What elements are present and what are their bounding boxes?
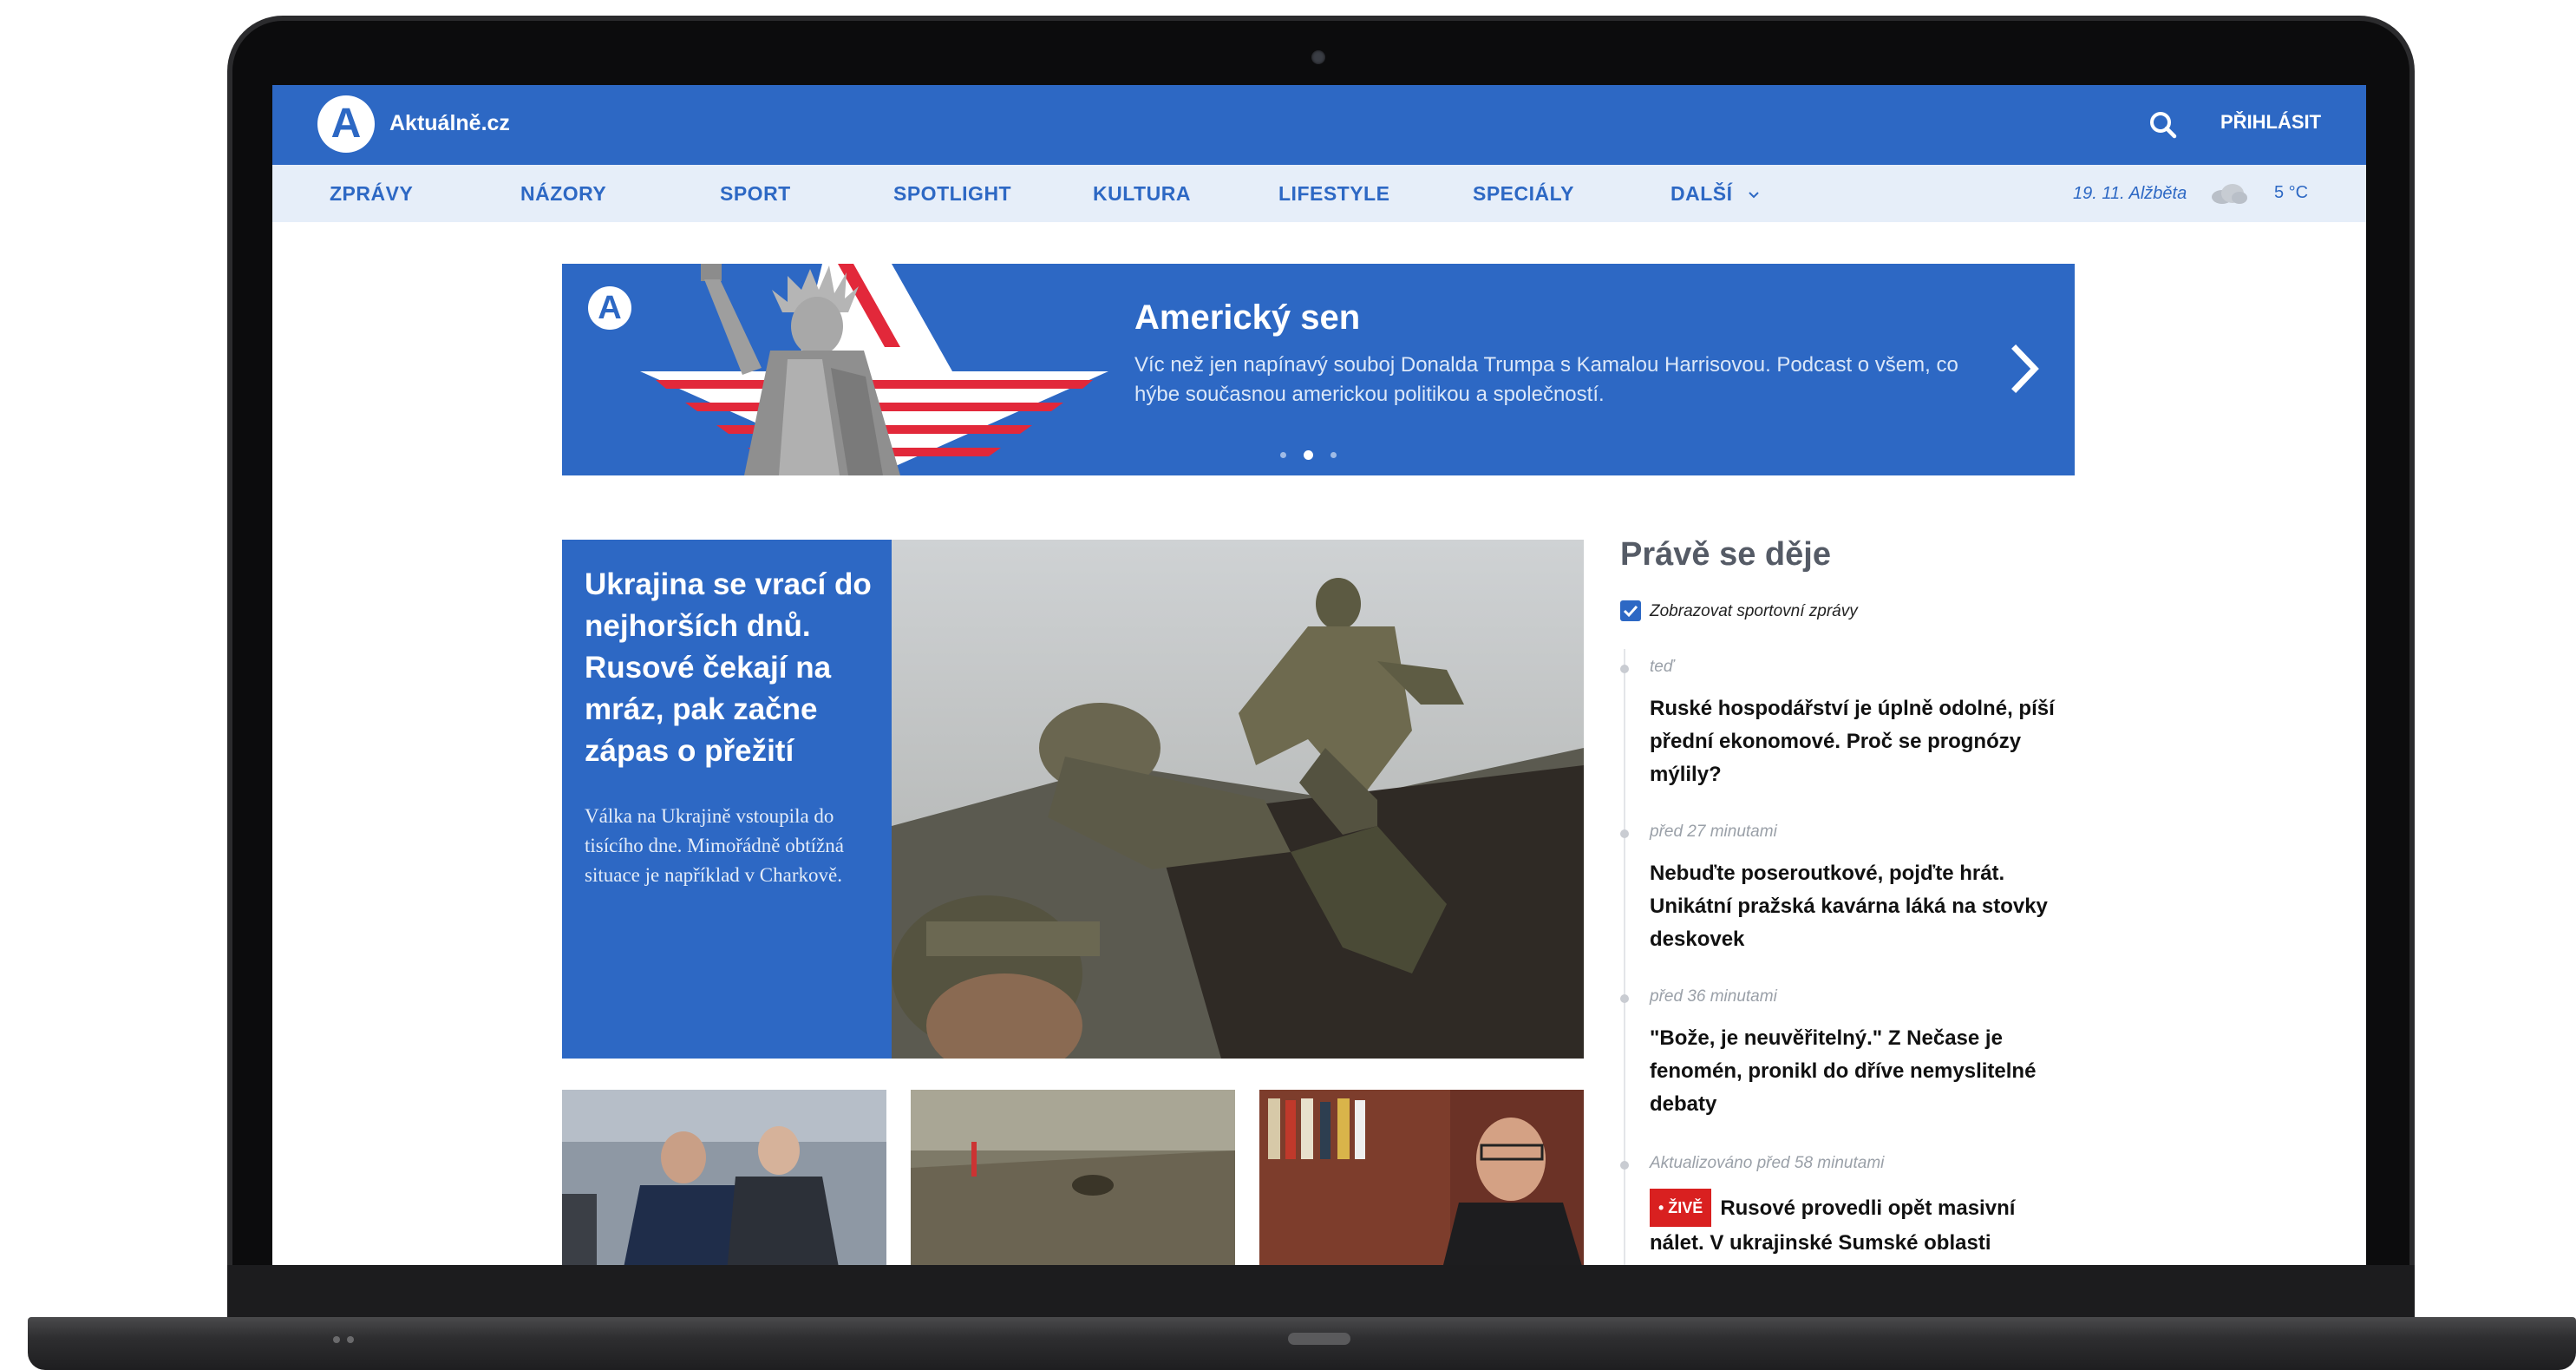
sport-news-toggle-label[interactable]: Zobrazovat sportovní zprávy bbox=[1650, 602, 1858, 621]
main-story-perex: Válka na Ukrajině vstoupila do tisícího … bbox=[585, 805, 844, 886]
laptop-chin bbox=[227, 1265, 2415, 1317]
feed-title: Právě se děje bbox=[1620, 536, 1831, 573]
site-name[interactable]: Aktuálně.cz bbox=[389, 111, 510, 136]
feed-item-headline[interactable]: "Bože, je neuvěřitelný." Z Nečase je fen… bbox=[1650, 1022, 2071, 1121]
article-thumbnail[interactable] bbox=[911, 1090, 1235, 1265]
timeline-dot bbox=[1620, 1161, 1629, 1170]
nav-item-specialy[interactable]: SPECIÁLY bbox=[1473, 182, 1574, 206]
promo-title: Americký sen bbox=[1134, 298, 1361, 337]
camera-icon bbox=[1311, 50, 1325, 64]
laptop-notch bbox=[1288, 1333, 1350, 1345]
feed-item-headline[interactable]: Nebuďte poseroutkové, pojďte hrát. Uniká… bbox=[1650, 857, 2071, 956]
podcast-promo-banner[interactable]: A Americký sen Víc než jen napínavý soub… bbox=[562, 264, 2075, 475]
browser-screen: A Aktuálně.cz PŘIHLÁSIT ZPRÁVY NÁZORY SP… bbox=[272, 85, 2366, 1265]
nav-item-spotlight[interactable]: SPOTLIGHT bbox=[893, 182, 1011, 206]
nameday-date: 19. 11. Alžběta bbox=[2073, 184, 2187, 203]
carousel-dot[interactable] bbox=[1330, 452, 1337, 459]
search-icon[interactable] bbox=[2146, 108, 2180, 142]
carousel-dot-active[interactable] bbox=[1304, 450, 1313, 461]
feed-item-time: před 27 minutami bbox=[1650, 823, 1777, 841]
nav-item-dalsi-label: DALŠÍ bbox=[1670, 182, 1733, 205]
checkbox-icon[interactable] bbox=[1620, 600, 1641, 621]
chevron-down-icon bbox=[1749, 192, 1760, 199]
main-nav: ZPRÁVY NÁZORY SPORT SPOTLIGHT KULTURA LI… bbox=[272, 165, 2366, 222]
site-logo[interactable]: A bbox=[317, 95, 375, 153]
main-story-photo[interactable] bbox=[892, 540, 1584, 1059]
nav-item-lifestyle[interactable]: LIFESTYLE bbox=[1278, 182, 1389, 206]
statue-of-liberty-illustration bbox=[640, 264, 1108, 475]
article-thumbnail[interactable] bbox=[1259, 1090, 1584, 1265]
main-story-card[interactable]: Ukrajina se vrací do nejhorších dnů. Rus… bbox=[562, 540, 892, 1059]
feed-item-time: před 36 minutami bbox=[1650, 987, 1777, 1006]
promo-description: Víc než jen napínavý souboj Donalda Trum… bbox=[1134, 353, 1958, 406]
login-button[interactable]: PŘIHLÁSIT bbox=[2220, 111, 2321, 134]
cloud-icon bbox=[2212, 184, 2247, 204]
nav-item-sport[interactable]: SPORT bbox=[720, 182, 791, 206]
feed-item-time: teď bbox=[1650, 658, 1674, 676]
carousel-dots bbox=[1280, 448, 1354, 463]
nav-item-zpravy[interactable]: ZPRÁVY bbox=[330, 182, 413, 206]
feed-item-time: Aktualizováno před 58 minutami bbox=[1650, 1154, 1885, 1172]
timeline-dot bbox=[1620, 829, 1629, 838]
nav-item-dalsi[interactable]: DALŠÍ bbox=[1670, 182, 1761, 206]
nav-item-kultura[interactable]: KULTURA bbox=[1093, 182, 1191, 206]
live-badge: • ŽIVĚ bbox=[1650, 1189, 1712, 1227]
laptop-indicator-dots bbox=[333, 1332, 361, 1347]
article-thumbnail[interactable] bbox=[562, 1090, 886, 1265]
promo-logo: A bbox=[588, 286, 631, 330]
main-story-headline[interactable]: Ukrajina se vrací do nejhorších dnů. Rus… bbox=[585, 564, 879, 772]
site-header: A Aktuálně.cz PŘIHLÁSIT bbox=[272, 85, 2366, 165]
feed-timeline-line bbox=[1624, 649, 1625, 1265]
weather-temperature: 5 °C bbox=[2274, 183, 2309, 202]
nav-item-nazory[interactable]: NÁZORY bbox=[520, 182, 606, 206]
chevron-right-icon[interactable] bbox=[2004, 338, 2047, 399]
feed-item-headline[interactable]: Ruské hospodářství je úplně odolné, píší… bbox=[1650, 692, 2071, 791]
carousel-dot[interactable] bbox=[1280, 452, 1286, 459]
feed-item-headline[interactable]: • ŽIVĚ Rusové provedli opět masivní nálet… bbox=[1650, 1189, 2071, 1260]
timeline-dot bbox=[1620, 665, 1629, 673]
timeline-dot bbox=[1620, 994, 1629, 1003]
